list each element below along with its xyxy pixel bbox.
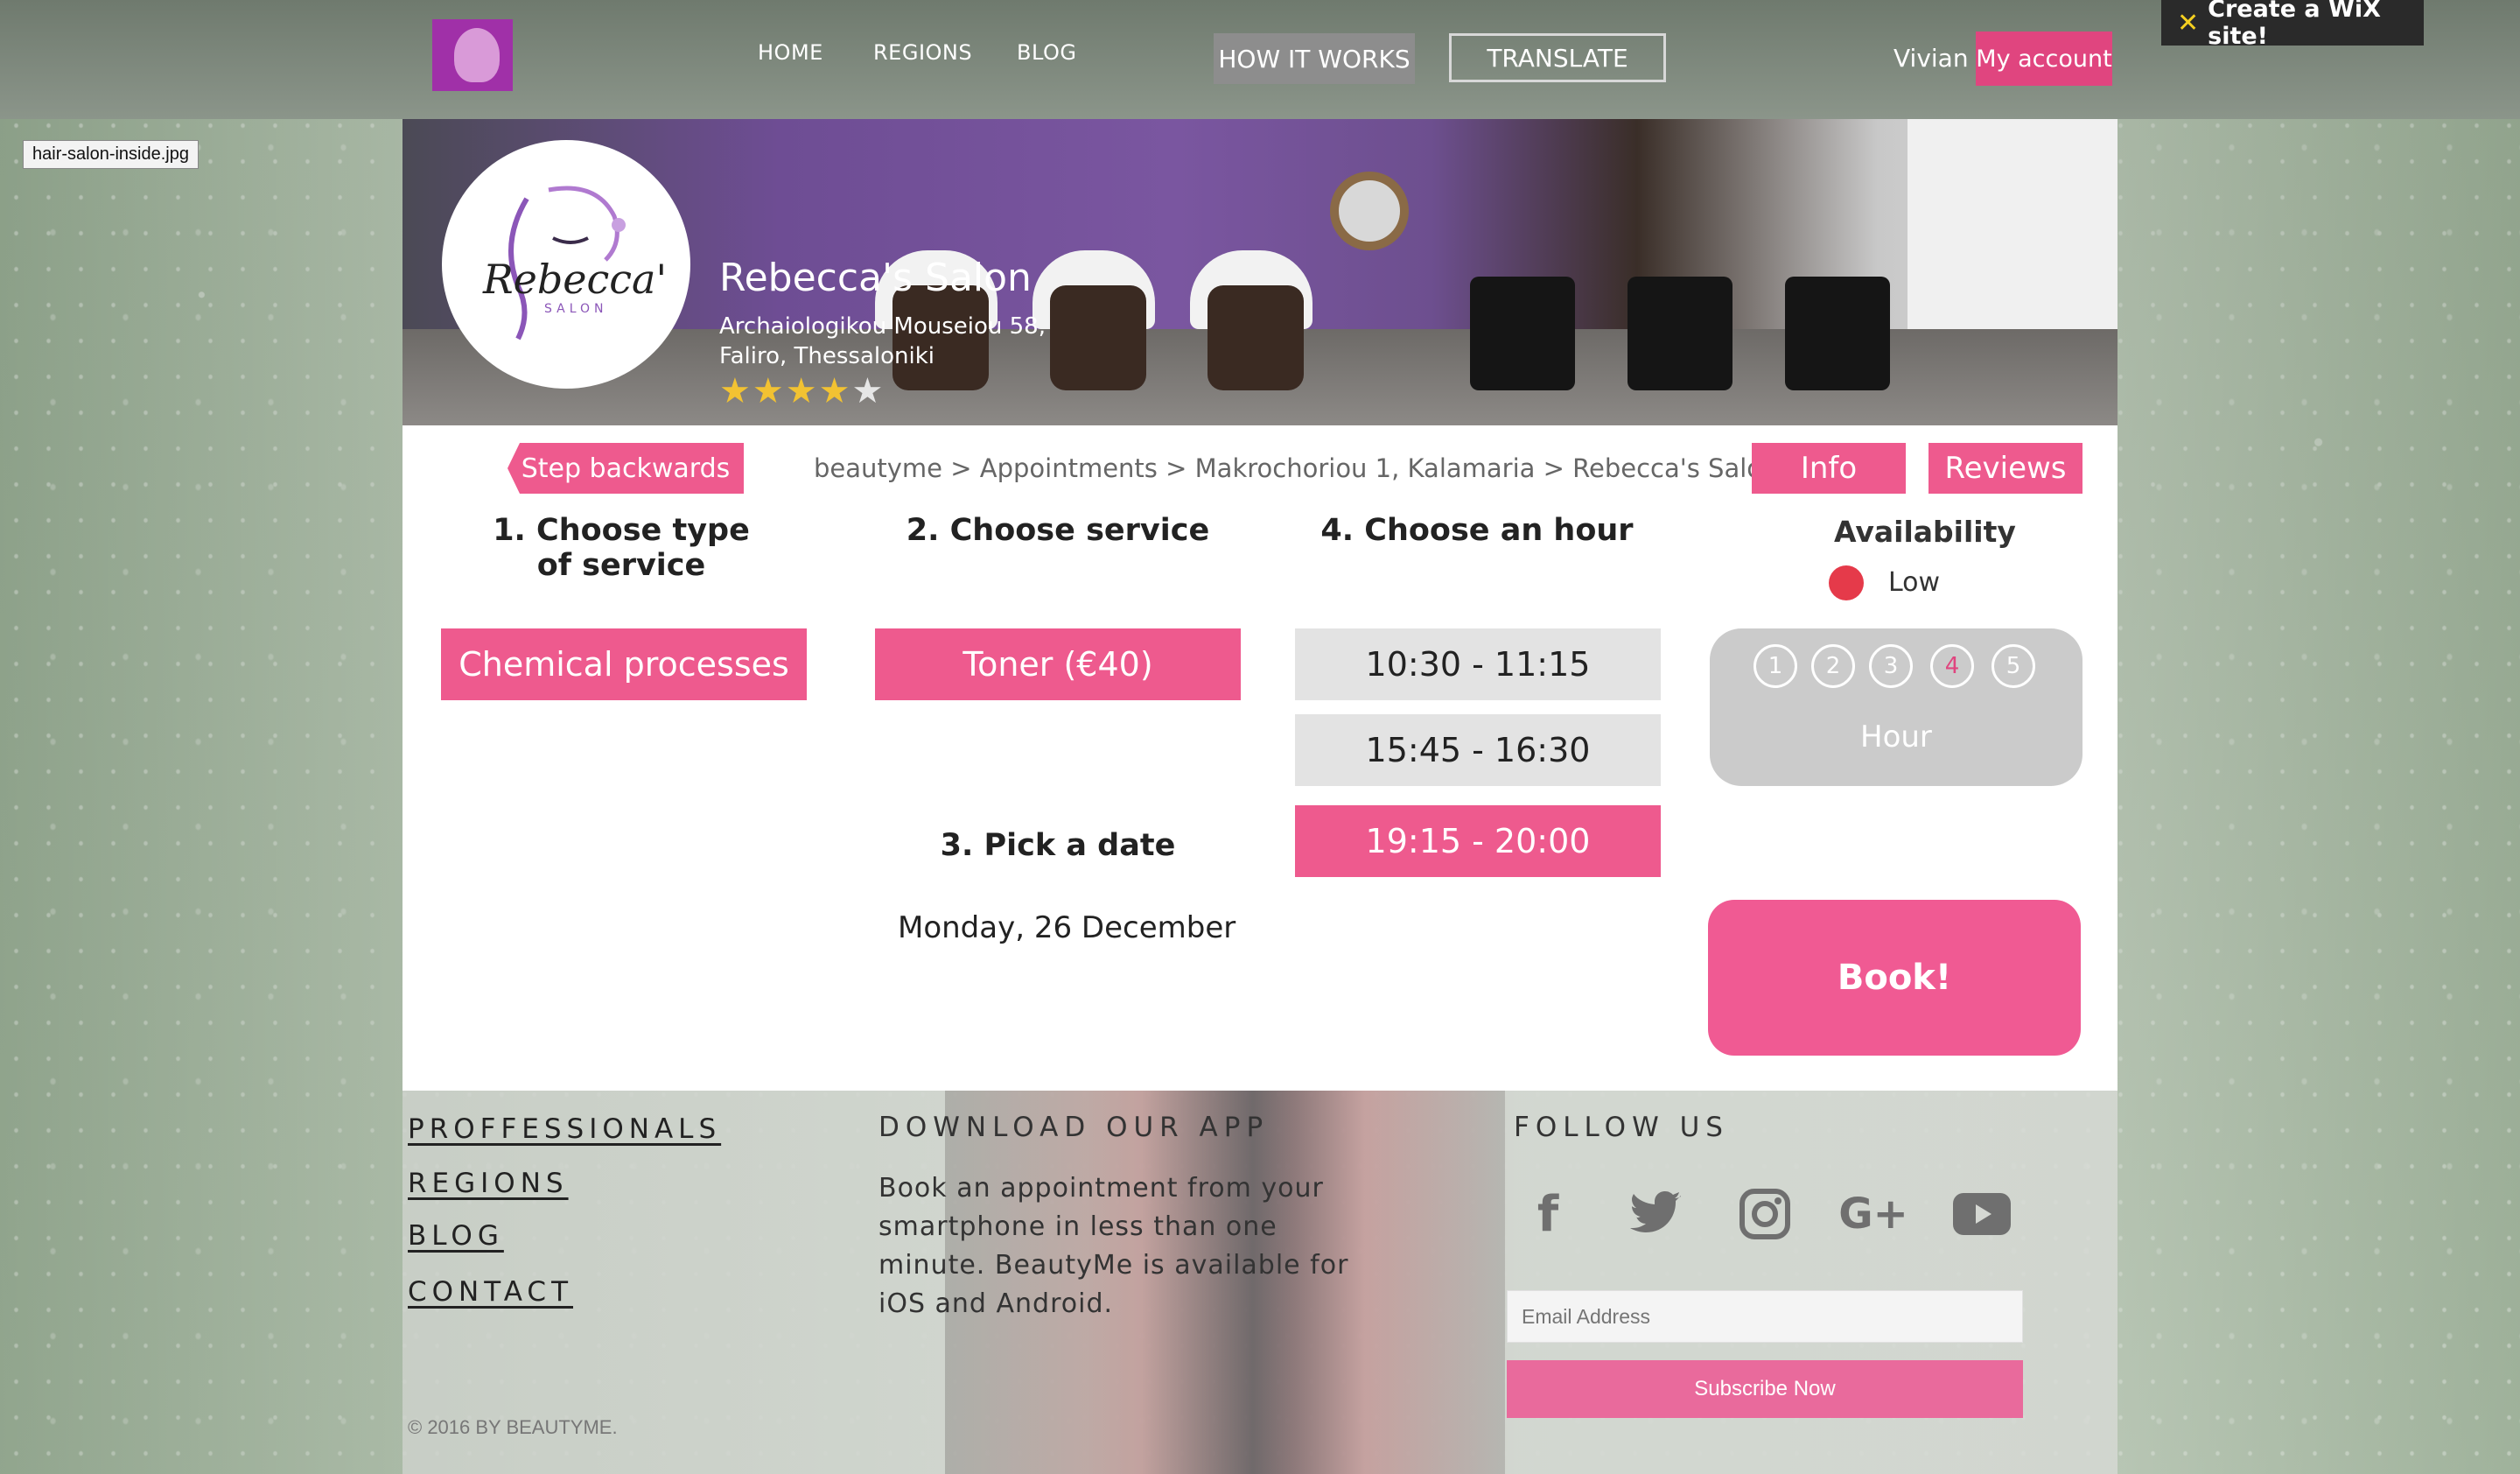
salon-logo-text: Rebecca's <box>482 256 667 303</box>
my-account-button[interactable]: My account <box>1976 32 2112 86</box>
book-button[interactable]: Book! <box>1708 900 2081 1056</box>
subscribe-button[interactable]: Subscribe Now <box>1507 1360 2023 1418</box>
salon-logo: Rebecca's SALON <box>442 140 690 389</box>
facebook-icon[interactable]: f <box>1517 1183 1578 1245</box>
step4-title: 4. Choose an hour <box>1320 513 1634 548</box>
download-app-heading: DOWNLOAD OUR APP <box>878 1112 1270 1143</box>
progress-step: 2 <box>1811 644 1855 688</box>
availability-title: Availability <box>1834 515 2016 549</box>
star-icon: ★ <box>785 371 819 411</box>
site-logo[interactable] <box>432 19 513 91</box>
hour-slot[interactable]: 15:45 - 16:30 <box>1295 714 1661 786</box>
youtube-shape <box>1953 1193 2011 1235</box>
background-tree-right <box>2118 105 2520 1474</box>
salon-address-line2: Faliro, Thessaloniki <box>719 343 934 369</box>
nav-home[interactable]: HOME <box>758 40 823 65</box>
translate-button[interactable]: TRANSLATE <box>1449 33 1666 82</box>
nav-blog[interactable]: BLOG <box>1017 40 1076 65</box>
hero-mirror <box>1330 172 1409 250</box>
instagram-icon[interactable] <box>1734 1183 1796 1245</box>
footer-link-contact[interactable]: CONTACT <box>408 1276 573 1308</box>
hero-chair <box>1208 285 1304 390</box>
footer-link-regions[interactable]: REGIONS <box>408 1168 569 1199</box>
availability-level: Low <box>1888 567 1941 598</box>
step3-title: 3. Pick a date <box>940 828 1176 863</box>
footer-link-professionals[interactable]: PROFFESSIONALS <box>408 1113 721 1145</box>
wix-badge-label: Create a WiX site! <box>2208 0 2381 50</box>
salon-name: Rebecca's Salon <box>719 256 1032 300</box>
progress-step: 5 <box>1992 644 2035 688</box>
step1-title: 1. Choose type of service <box>490 513 752 583</box>
step1-title-line2: of service <box>536 548 706 583</box>
progress-step: 3 <box>1869 644 1913 688</box>
hero-chair <box>1050 285 1146 390</box>
email-field[interactable] <box>1507 1290 2023 1343</box>
instagram-shape <box>1740 1189 1790 1239</box>
star-icon: ★ <box>851 371 886 411</box>
salon-address: Archaiologikou Mouseiou 58, Faliro, Thes… <box>719 312 1046 371</box>
image-filename-tooltip: hair-salon-inside.jpg <box>23 140 199 169</box>
star-icon: ★ <box>818 371 852 411</box>
breadcrumb: beautyme > Appointments > Makrochoriou 1… <box>814 453 1779 483</box>
progress-label: Hour <box>1860 719 1932 755</box>
salon-logo-graphic: Rebecca's SALON <box>482 186 667 340</box>
hour-slot[interactable]: 10:30 - 11:15 <box>1295 628 1661 700</box>
service-type-option[interactable]: Chemical processes <box>441 628 807 700</box>
step1-title-line1: 1. Choose type <box>493 513 750 548</box>
logo-head-icon <box>454 28 500 82</box>
service-option[interactable]: Toner (€40) <box>875 628 1241 700</box>
salon-rating: ★★★★★ <box>719 371 885 411</box>
download-app-text: Book an appointment from your smartphone… <box>878 1173 1349 1319</box>
background-tree-left <box>0 105 402 1474</box>
hour-slot-selected[interactable]: 19:15 - 20:00 <box>1295 805 1661 877</box>
star-icon: ★ <box>752 371 786 411</box>
hero-window <box>1908 119 2118 329</box>
wix-x-icon: ✕ <box>2177 7 2200 39</box>
step2-title: 2. Choose service <box>906 513 1210 548</box>
reviews-button[interactable]: Reviews <box>1928 443 2082 494</box>
progress-step-active: 4 <box>1930 644 1974 688</box>
hero-chair <box>1470 277 1575 390</box>
twitter-icon[interactable] <box>1626 1183 1687 1245</box>
copyright-text: © 2016 BY BEAUTYME. <box>408 1416 618 1438</box>
step-backwards-button[interactable]: Step backwards <box>508 443 744 494</box>
hero-chair <box>1785 277 1890 390</box>
wix-badge[interactable]: ✕ Create a WiX site! <box>2161 0 2424 50</box>
nav-regions[interactable]: REGIONS <box>873 40 972 65</box>
info-button[interactable]: Info <box>1752 443 1906 494</box>
user-name[interactable]: Vivian <box>1894 44 1969 73</box>
hero-chair <box>1628 277 1732 390</box>
how-it-works-button[interactable]: HOW IT WORKS <box>1214 33 1415 84</box>
salon-address-line1: Archaiologikou Mouseiou 58, <box>719 313 1046 340</box>
youtube-icon[interactable] <box>1951 1183 2012 1245</box>
availability-indicator-icon <box>1829 565 1864 600</box>
star-icon: ★ <box>719 371 752 411</box>
follow-us-heading: FOLLOW US <box>1514 1112 1729 1143</box>
google-plus-icon[interactable]: G+ <box>1838 1183 1908 1245</box>
footer-link-blog[interactable]: BLOG <box>408 1220 504 1252</box>
progress-step: 1 <box>1754 644 1797 688</box>
twitter-bird-shape <box>1630 1191 1681 1232</box>
salon-logo-sub: SALON <box>544 302 608 316</box>
selected-date[interactable]: Monday, 26 December <box>898 910 1236 945</box>
